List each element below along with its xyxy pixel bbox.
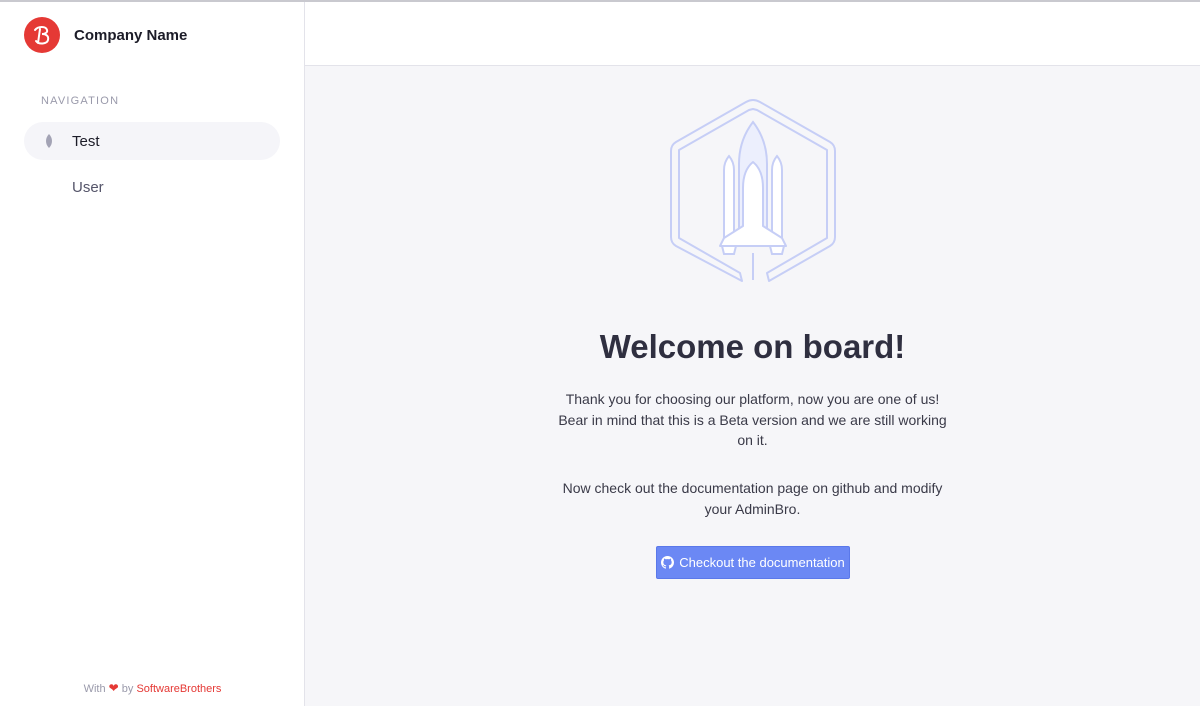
rocket-icon [670,98,836,288]
sidebar: Company Name NAVIGATION Test User With ❤… [0,2,305,706]
sidebar-item-user[interactable]: User [24,168,280,206]
brand[interactable]: Company Name [24,17,187,53]
welcome-title: Welcome on board! [599,328,906,365]
sidebar-item-label: Test [72,132,100,150]
brand-name: Company Name [74,26,188,44]
leaf-icon [42,134,56,148]
welcome-paragraph: Thank you for choosing our platform, now… [558,391,947,448]
sidebar-item-test[interactable]: Test [24,122,280,160]
main-content: Welcome on board! Thank you for choosing… [305,2,1200,706]
brand-logo-icon [24,17,60,53]
navigation-heading: NAVIGATION [41,95,120,107]
footer-by: by [121,683,134,695]
footer-prefix: With [83,683,106,695]
top-bar [305,2,1200,66]
sidebar-footer: With ❤ by SoftwareBrothers [0,681,305,695]
sidebar-item-label: User [72,178,104,196]
github-icon [661,556,675,569]
button-label: Checkout the documentation [679,555,845,570]
app-window: Company Name NAVIGATION Test User With ❤… [0,0,1200,706]
documentation-paragraph: Now check out the documentation page on … [562,480,943,517]
softwarebrothers-link[interactable]: SoftwareBrothers [136,683,221,695]
checkout-documentation-button[interactable]: Checkout the documentation [656,546,850,579]
heart-icon: ❤ [108,681,119,695]
